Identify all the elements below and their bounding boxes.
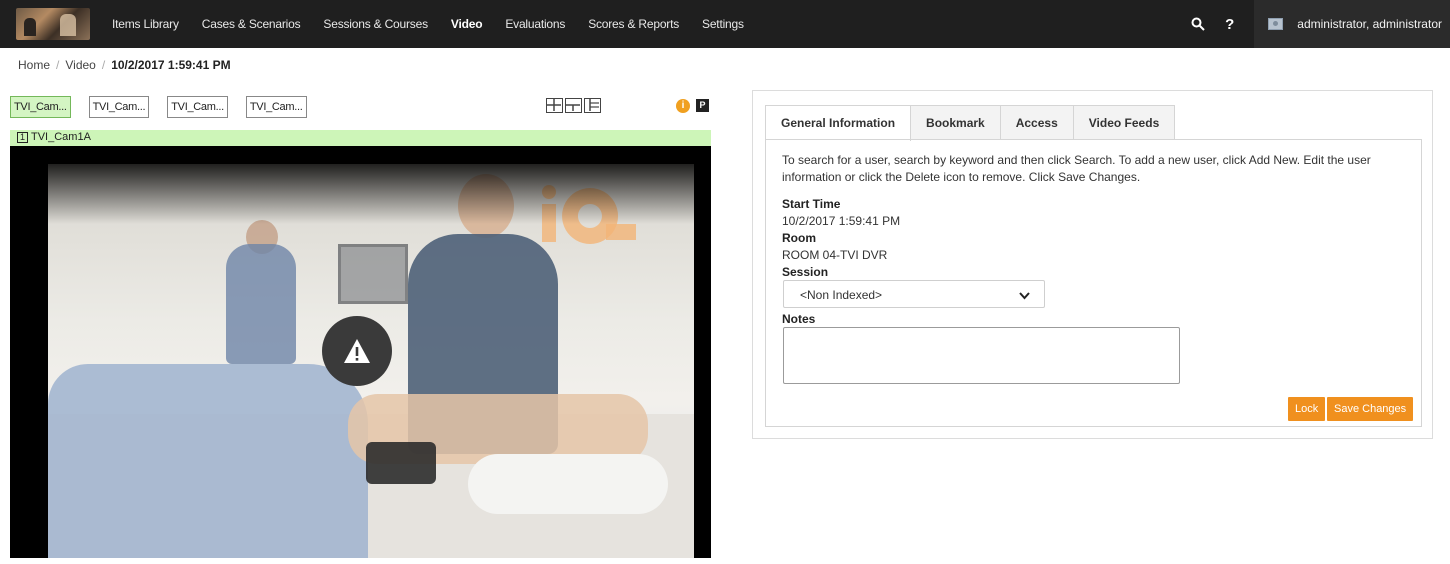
save-changes-button[interactable]: Save Changes (1327, 397, 1414, 421)
notes-field[interactable] (783, 327, 1180, 384)
camera-tab-2[interactable]: TVI_Cam... (88, 96, 150, 118)
split-layout-icon[interactable] (565, 98, 582, 113)
grid-layout-icon[interactable] (546, 98, 563, 113)
start-time-value: 10/2/2017 1:59:41 PM (782, 214, 901, 228)
session-selected-value: <Non Indexed> (800, 288, 883, 302)
camera-label: 1 TVI_Cam1A (17, 131, 91, 143)
breadcrumb-separator: / (56, 58, 60, 72)
camera-tabs: TVI_Cam... TVI_Cam... TVI_Cam... TVI_Cam… (10, 96, 325, 118)
avatar (1268, 18, 1284, 30)
details-tabs: General Information Bookmark Access Vide… (765, 105, 1176, 141)
nav-items-library[interactable]: Items Library (112, 17, 179, 31)
camera-tab-4[interactable]: TVI_Cam... (245, 96, 307, 118)
details-panel: General Information Bookmark Access Vide… (752, 90, 1433, 439)
breadcrumb: Home / Video / 10/2/2017 1:59:41 PM (18, 58, 231, 72)
app-logo[interactable] (16, 8, 90, 40)
video-top-shade (48, 164, 694, 224)
help-icon[interactable]: ? (1225, 16, 1234, 33)
nav-video[interactable]: Video (451, 17, 483, 31)
room-label: Room (782, 231, 816, 245)
blood-pressure-cuff (366, 442, 436, 484)
breadcrumb-separator: / (101, 58, 106, 72)
person-background (226, 244, 296, 364)
breadcrumb-video[interactable]: Video (65, 58, 95, 72)
tab-bookmark[interactable]: Bookmark (910, 105, 1001, 140)
nav-scores-reports[interactable]: Scores & Reports (588, 17, 679, 31)
nav-sessions-courses[interactable]: Sessions & Courses (323, 17, 428, 31)
pin-icon[interactable]: P (696, 99, 709, 112)
blue-sheet (48, 364, 368, 558)
camera-name: TVI_Cam1A (31, 131, 91, 143)
session-select[interactable]: <Non Indexed> (783, 280, 1045, 308)
nav-right-tools: ? administrator, administrator (1191, 0, 1450, 48)
camera-number: 1 (17, 131, 28, 143)
nav-settings[interactable]: Settings (702, 17, 744, 31)
camera-tab-1[interactable]: TVI_Cam... (10, 96, 71, 118)
user-menu[interactable]: administrator, administrator (1254, 0, 1450, 48)
monitor-equipment (338, 244, 408, 304)
layout-switcher (546, 98, 601, 113)
camera-label-bar: 1 TVI_Cam1A (10, 130, 711, 146)
user-name: administrator, administrator (1297, 17, 1442, 31)
tab-access[interactable]: Access (999, 105, 1074, 140)
session-label: Session (782, 265, 829, 279)
nav-evaluations[interactable]: Evaluations (505, 17, 565, 31)
general-information-content: To search for a user, search by keyword … (765, 139, 1422, 427)
notes-label: Notes (782, 312, 816, 326)
search-icon[interactable] (1191, 17, 1205, 31)
info-icon[interactable]: i (676, 99, 690, 113)
room-value: ROOM 04-TVI DVR (782, 248, 888, 262)
main-menu: Items Library Cases & Scenarios Sessions… (112, 0, 767, 48)
tab-general-information[interactable]: General Information (765, 105, 912, 141)
camera-tab-3[interactable]: TVI_Cam... (167, 96, 228, 118)
start-time-label: Start Time (782, 197, 841, 211)
lock-button[interactable]: Lock (1288, 397, 1326, 421)
breadcrumb-home[interactable]: Home (18, 58, 50, 72)
video-player[interactable] (10, 146, 711, 558)
sidebar-layout-icon[interactable] (584, 98, 601, 113)
breadcrumb-current: 10/2/2017 1:59:41 PM (111, 58, 231, 72)
top-navigation-bar: Items Library Cases & Scenarios Sessions… (0, 0, 1450, 48)
nav-cases-scenarios[interactable]: Cases & Scenarios (202, 17, 301, 31)
instructions-text: To search for a user, search by keyword … (782, 153, 1371, 184)
pillow (468, 454, 668, 514)
chevron-down-icon (1019, 289, 1030, 303)
tab-video-feeds[interactable]: Video Feeds (1072, 105, 1176, 140)
warning-icon[interactable] (322, 316, 392, 386)
